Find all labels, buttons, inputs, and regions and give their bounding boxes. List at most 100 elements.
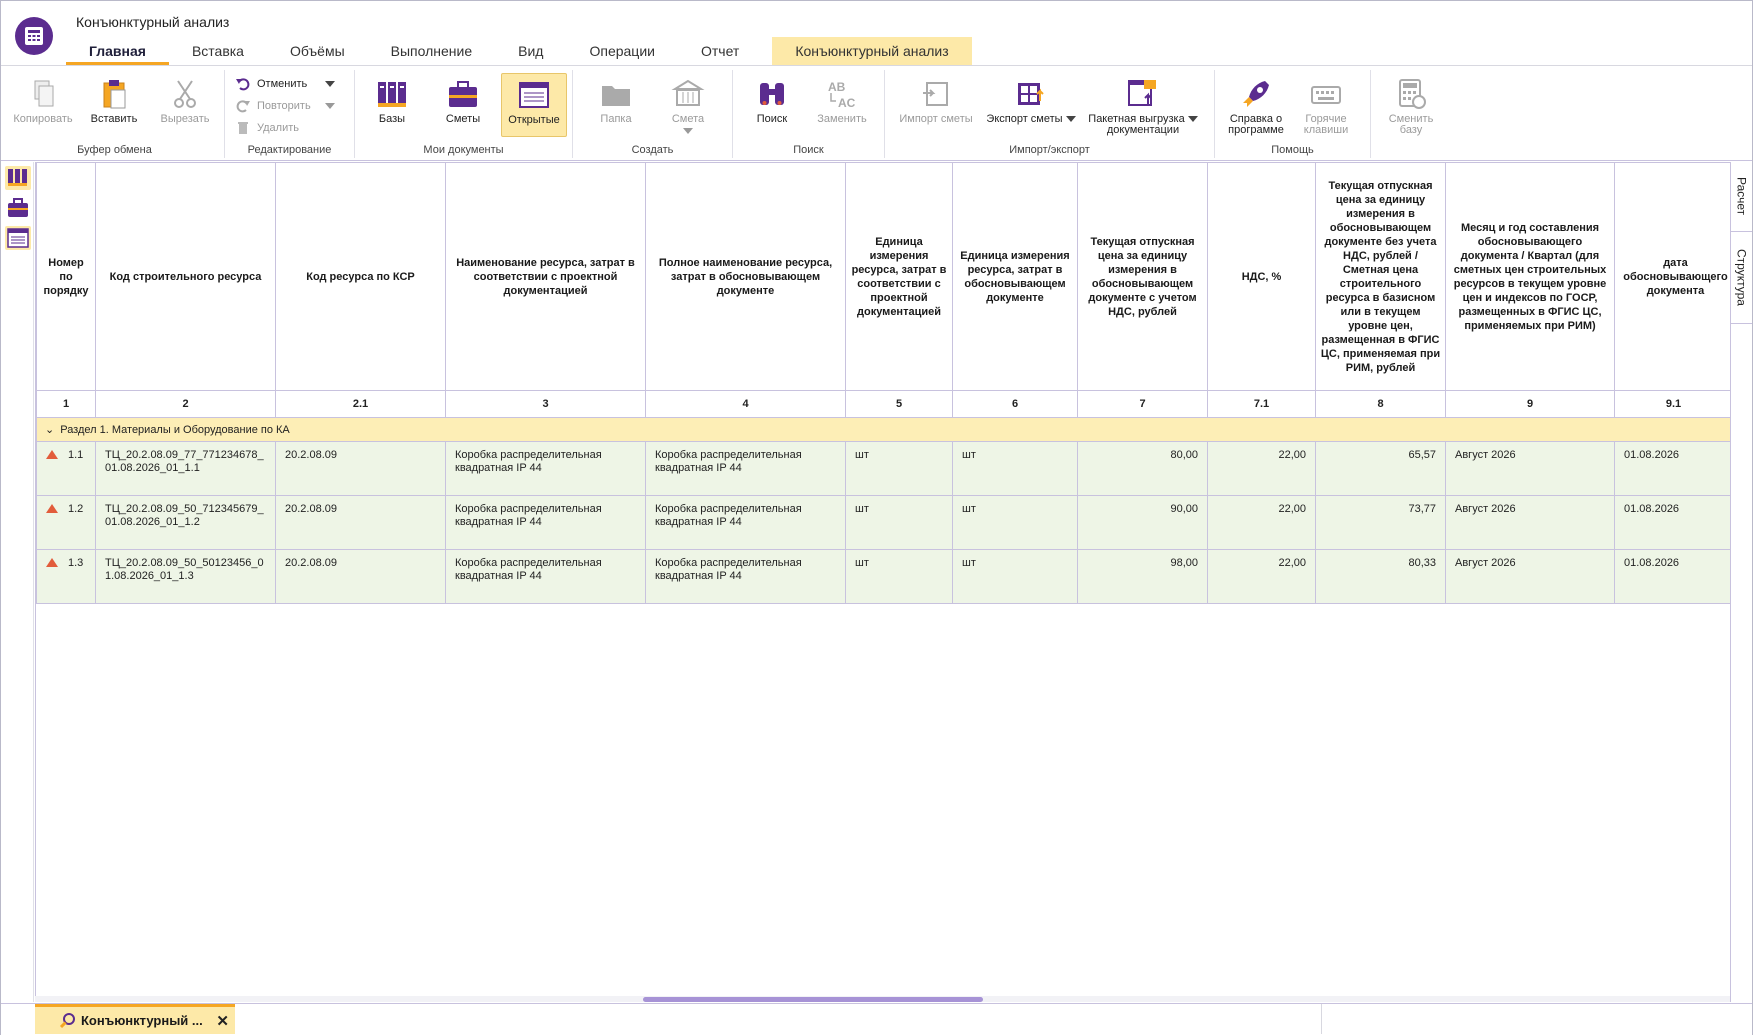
export-estimate-button[interactable]: Экспорт сметы (981, 73, 1081, 137)
tab-structure[interactable]: Структура (1731, 232, 1752, 324)
price-with-vat-cell[interactable]: 80,00 (1077, 441, 1208, 496)
change-base-button[interactable]: Сменить базу (1378, 73, 1444, 137)
table-row[interactable]: 1.1 ТЦ_20.2.08.09_77_771234678_01.08.202… (36, 441, 1731, 496)
rail-bases-button[interactable] (5, 166, 31, 190)
col-header-unit-project[interactable]: Единица измерения ресурса, затрат в соот… (845, 162, 953, 391)
unit-cell[interactable]: шт (845, 495, 953, 550)
resource-code-cell[interactable]: ТЦ_20.2.08.09_50_50123456_01.08.2026_01_… (95, 549, 276, 604)
price-with-vat-cell[interactable]: 98,00 (1077, 549, 1208, 604)
col-header-name-project[interactable]: Наименование ресурса, затрат в соответст… (445, 162, 646, 391)
col-header-ksr-code[interactable]: Код ресурса по КСР (275, 162, 446, 391)
tab-calculation[interactable]: Расчет (1731, 162, 1752, 232)
col-header-document-date[interactable]: дата обосновывающего документа (1614, 162, 1731, 391)
full-name-cell[interactable]: Коробка распределительная квадратная IP … (645, 549, 846, 604)
tab-home[interactable]: Главная (66, 37, 169, 65)
resource-code-cell[interactable]: ТЦ_20.2.08.09_50_712345679_01.08.2026_01… (95, 495, 276, 550)
unit-cell[interactable]: шт (845, 549, 953, 604)
price-without-vat-cell[interactable]: 65,57 (1315, 441, 1446, 496)
col-header-month-year[interactable]: Месяц и год составления обосновывающего … (1445, 162, 1615, 391)
row-number-cell[interactable]: 1.2 (36, 495, 96, 550)
chevron-down-icon[interactable]: ⌄ (45, 424, 54, 436)
ksr-code-cell[interactable]: 20.2.08.09 (275, 549, 446, 604)
export-dropdown-icon[interactable] (1065, 116, 1076, 123)
col-header-number[interactable]: Номер по порядку (36, 162, 96, 391)
full-name-cell[interactable]: Коробка распределительная квадратная IP … (645, 441, 846, 496)
tab-insert[interactable]: Вставка (169, 37, 267, 65)
ksr-code-cell[interactable]: 20.2.08.09 (275, 441, 446, 496)
left-navigation-rail (1, 162, 34, 1002)
redo-dropdown-icon[interactable] (324, 103, 335, 109)
row-number-cell[interactable]: 1.3 (36, 549, 96, 604)
horizontal-scrollbar[interactable] (35, 996, 1731, 1002)
ksr-code-cell[interactable]: 20.2.08.09 (275, 495, 446, 550)
resource-code-cell[interactable]: ТЦ_20.2.08.09_77_771234678_01.08.2026_01… (95, 441, 276, 496)
tab-operations[interactable]: Операции (566, 37, 678, 65)
rail-estimates-button[interactable] (5, 196, 31, 220)
col-header-unit-document[interactable]: Единица измерения ресурса, затрат в обос… (952, 162, 1078, 391)
undo-button[interactable]: Отменить (235, 74, 336, 94)
unit-document-cell[interactable]: шт (952, 495, 1078, 550)
tab-execution[interactable]: Выполнение (368, 37, 495, 65)
copy-button[interactable]: Копировать (10, 73, 76, 137)
row-number-cell[interactable]: 1.1 (36, 441, 96, 496)
table-row[interactable]: 1.2 ТЦ_20.2.08.09_50_712345679_01.08.202… (36, 495, 1731, 550)
col-header-resource-code[interactable]: Код строительного ресурса (95, 162, 276, 391)
replace-button[interactable]: AB AC Заменить (809, 73, 875, 137)
undo-dropdown-icon[interactable] (325, 81, 336, 87)
delete-button[interactable]: Удалить (235, 118, 299, 138)
document-tab-market-analysis[interactable]: Конъюнктурный ... ✕ (35, 1004, 235, 1034)
month-year-cell[interactable]: Август 2026 (1445, 441, 1615, 496)
about-button[interactable]: Справка о программе (1223, 73, 1289, 137)
estimate-dropdown-icon[interactable] (683, 128, 693, 134)
month-year-cell[interactable]: Август 2026 (1445, 549, 1615, 604)
name-cell[interactable]: Коробка распределительная квадратная IP … (445, 441, 646, 496)
tab-volumes[interactable]: Объёмы (267, 37, 368, 65)
col-header-price-without-vat[interactable]: Текущая отпускная цена за единицу измере… (1315, 162, 1446, 391)
name-cell[interactable]: Коробка распределительная квадратная IP … (445, 549, 646, 604)
magnifier-icon (59, 1013, 75, 1029)
vat-cell[interactable]: 22,00 (1207, 549, 1316, 604)
month-year-cell[interactable]: Август 2026 (1445, 495, 1615, 550)
redo-button[interactable]: Повторить (235, 96, 335, 116)
import-estimate-button[interactable]: Импорт сметы (893, 73, 979, 137)
tab-report[interactable]: Отчет (678, 37, 762, 65)
opened-button[interactable]: Открытые (501, 73, 567, 137)
vat-cell[interactable]: 22,00 (1207, 495, 1316, 550)
rail-opened-button[interactable] (5, 226, 31, 250)
unit-document-cell[interactable]: шт (952, 441, 1078, 496)
batch-dropdown-icon[interactable] (1187, 116, 1198, 123)
find-button[interactable]: Поиск (739, 73, 805, 137)
right-side-tabs: Расчет Структура (1730, 162, 1752, 1002)
scrollbar-thumb[interactable] (643, 997, 983, 1002)
col-header-vat[interactable]: НДС, % (1207, 162, 1316, 391)
estimates-button[interactable]: Сметы (430, 73, 496, 137)
tab-view[interactable]: Вид (495, 37, 566, 65)
full-name-cell[interactable]: Коробка распределительная квадратная IP … (645, 495, 846, 550)
app-logo-icon[interactable] (15, 17, 53, 55)
cut-button[interactable]: Вырезать (152, 73, 218, 137)
hotkeys-button[interactable]: Горячие клавиши (1293, 73, 1359, 137)
tab-market-analysis[interactable]: Конъюнктурный анализ (772, 37, 972, 65)
col-header-price-with-vat[interactable]: Текущая отпускная цена за единицу измере… (1077, 162, 1208, 391)
document-date-cell[interactable]: 01.08.2026 (1614, 495, 1731, 550)
section-cell[interactable]: ⌄ Раздел 1. Материалы и Оборудование по К… (36, 417, 1731, 442)
paste-button[interactable]: Вставить (81, 73, 147, 137)
price-with-vat-cell[interactable]: 90,00 (1077, 495, 1208, 550)
section-row[interactable]: ⌄ Раздел 1. Материалы и Оборудование по К… (36, 417, 1731, 442)
bases-button[interactable]: Базы (359, 73, 425, 137)
unit-cell[interactable]: шт (845, 441, 953, 496)
price-without-vat-cell[interactable]: 80,33 (1315, 549, 1446, 604)
col-header-full-name[interactable]: Полное наименование ресурса, затрат в об… (645, 162, 846, 391)
document-date-cell[interactable]: 01.08.2026 (1614, 441, 1731, 496)
price-without-vat-cell[interactable]: 73,77 (1315, 495, 1446, 550)
close-icon[interactable]: ✕ (216, 1012, 229, 1030)
table-row[interactable]: 1.3 ТЦ_20.2.08.09_50_50123456_01.08.2026… (36, 549, 1731, 604)
bases-icon (378, 82, 406, 107)
name-cell[interactable]: Коробка распределительная квадратная IP … (445, 495, 646, 550)
new-estimate-button[interactable]: Смета (655, 73, 721, 137)
batch-export-button[interactable]: Пакетная выгрузка документации (1083, 73, 1203, 137)
unit-document-cell[interactable]: шт (952, 549, 1078, 604)
folder-button[interactable]: Папка (583, 73, 649, 137)
vat-cell[interactable]: 22,00 (1207, 441, 1316, 496)
document-date-cell[interactable]: 01.08.2026 (1614, 549, 1731, 604)
